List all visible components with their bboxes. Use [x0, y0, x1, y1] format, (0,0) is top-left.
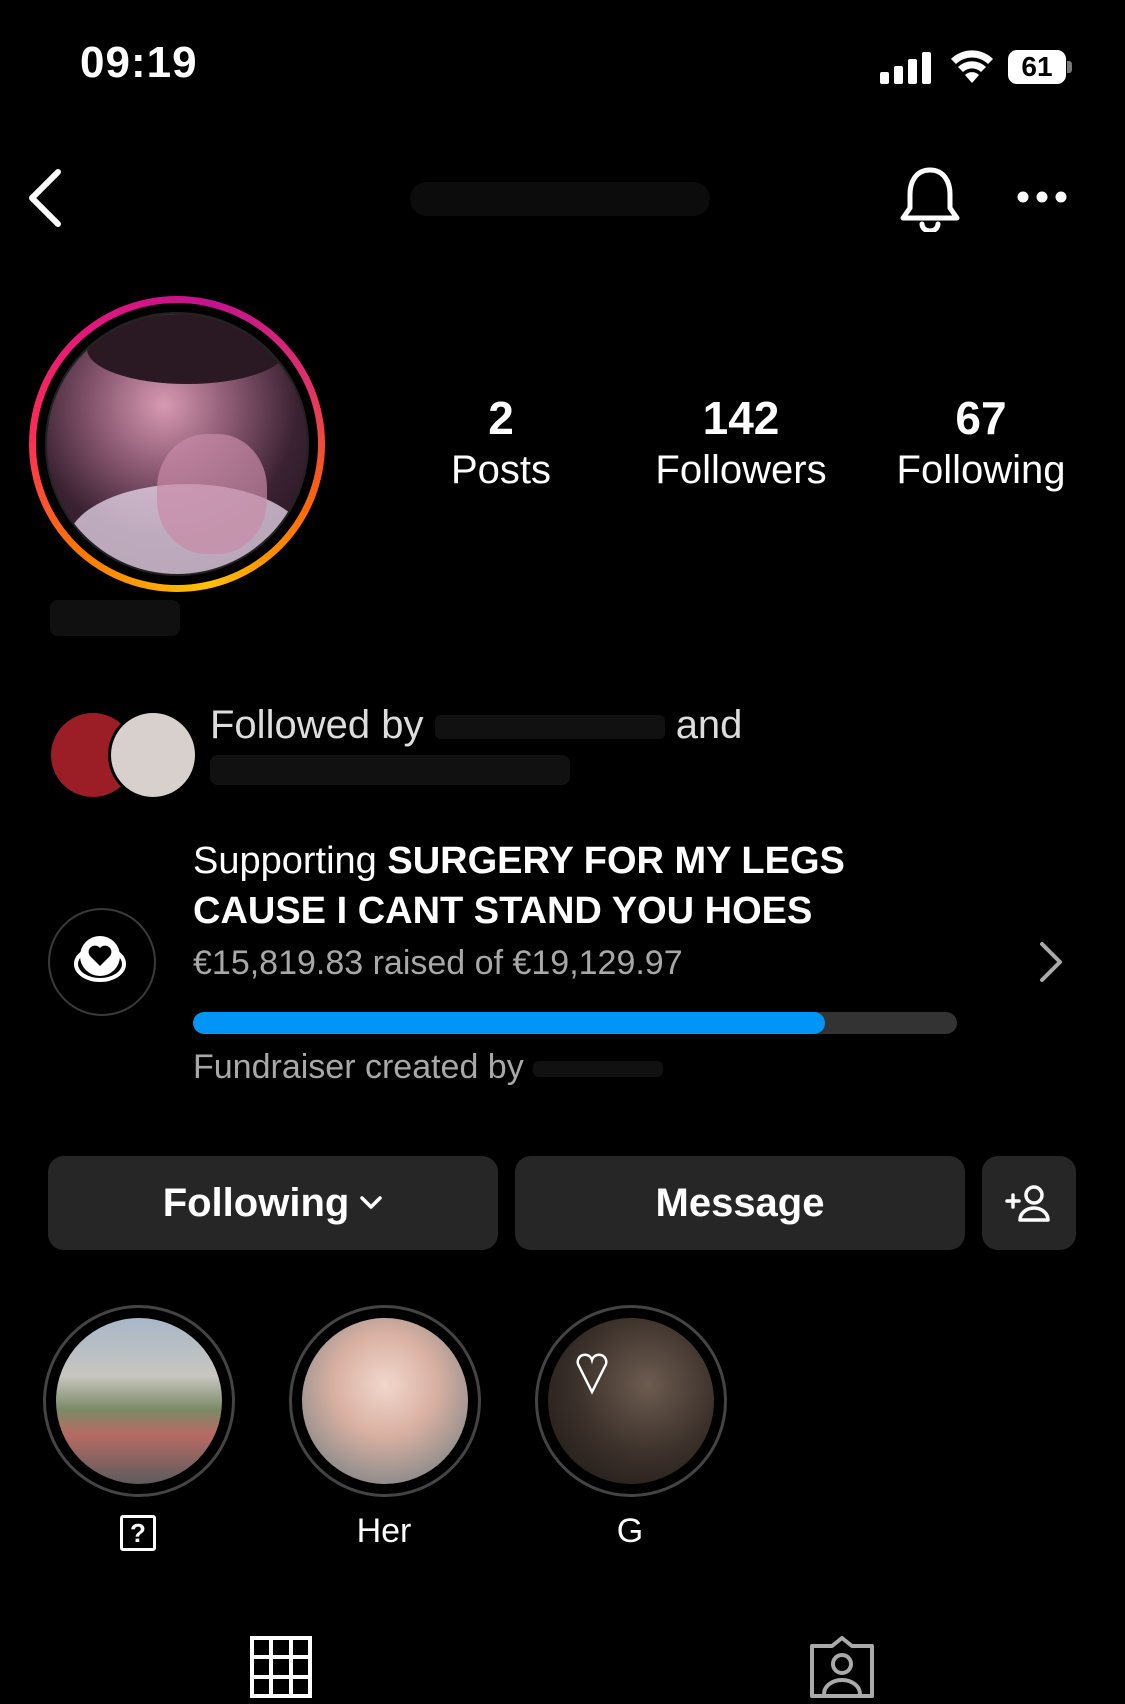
stat-followers[interactable]: 142 Followers [631, 392, 851, 496]
stat-following[interactable]: 67 Following [871, 392, 1091, 496]
tagged-tab-icon[interactable] [808, 1636, 876, 1698]
followers-count: 142 [702, 392, 780, 444]
message-button-label: Message [655, 1180, 825, 1225]
highlight-item[interactable]: ? [43, 1305, 235, 1551]
username-redacted [410, 182, 710, 216]
stat-posts[interactable]: 2 Posts [391, 392, 611, 496]
highlight-cover [302, 1318, 468, 1484]
heart-sketch-icon [576, 1353, 608, 1395]
grid-tab-icon[interactable] [250, 1636, 312, 1698]
following-count: 67 [955, 392, 1007, 444]
message-button[interactable]: Message [515, 1156, 965, 1250]
followed-by-prefix: Followed by [210, 703, 424, 747]
progress-fill [193, 1012, 825, 1034]
fundraiser-creator[interactable]: Fundraiser created by [193, 1048, 664, 1087]
followed-by-suffix: and [675, 703, 743, 747]
mutual-names-redacted [210, 755, 570, 785]
highlight-cover [56, 1318, 222, 1484]
following-button-label: Following [162, 1180, 350, 1225]
fundraiser-prefix: Supporting [193, 840, 388, 882]
avatar-photo [45, 312, 309, 576]
posts-label: Posts [450, 448, 552, 492]
back-arrow-icon[interactable] [26, 168, 66, 228]
suggested-users-button[interactable] [982, 1156, 1076, 1250]
fundraiser-progress-bar [193, 1012, 957, 1034]
highlight-cover [548, 1318, 714, 1484]
fundraiser-title[interactable]: Supporting SURGERY FOR MY LEGS CAUSE I C… [193, 836, 953, 936]
followers-label: Followers [655, 448, 827, 492]
highlight-label: G [616, 1512, 644, 1550]
battery-indicator: 61 [1008, 50, 1072, 84]
wifi-icon [951, 50, 993, 83]
posts-count: 2 [488, 392, 514, 444]
fundraiser-created-label: Fundraiser created by [193, 1048, 524, 1086]
status-time: 09:19 [80, 38, 198, 87]
chevron-down-icon [360, 1196, 383, 1209]
bell-icon[interactable] [898, 164, 962, 232]
cellular-signal-icon [880, 52, 931, 84]
following-button[interactable]: Following [48, 1156, 498, 1250]
highlight-label: Her [356, 1512, 412, 1550]
add-person-icon [1005, 1185, 1050, 1222]
followed-by-text[interactable]: Followed by and [210, 702, 770, 748]
fundraiser-raised: €15,819.83 raised of €19,129.97 [193, 944, 683, 982]
highlight-item[interactable]: Her [289, 1305, 481, 1551]
fundraiser-badge [48, 908, 156, 1016]
battery-level: 61 [1021, 51, 1053, 82]
highlight-item[interactable]: G [535, 1305, 727, 1551]
profile-avatar[interactable] [29, 296, 325, 592]
mutual-follower-avatar [108, 710, 198, 800]
display-name-redacted [50, 600, 180, 636]
heart-coin-icon [74, 936, 126, 982]
highlight-label: ? [120, 1515, 156, 1551]
following-label: Following [896, 448, 1066, 492]
more-options-icon[interactable] [1016, 190, 1068, 204]
chevron-right-icon[interactable] [1036, 940, 1066, 984]
